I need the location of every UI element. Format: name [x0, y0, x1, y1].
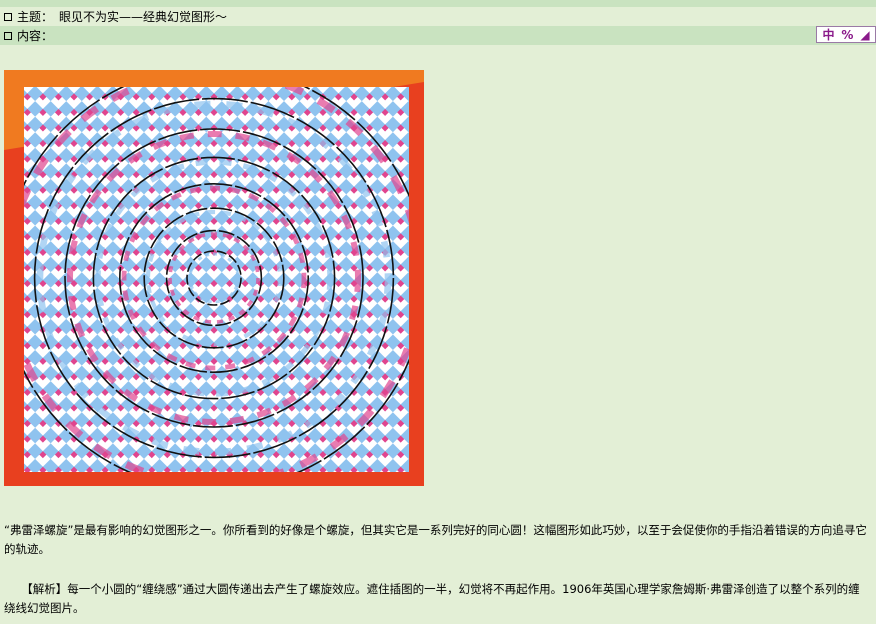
checkbox-icon [4, 12, 12, 21]
subject-label: 主题： [17, 10, 54, 24]
checkbox-icon [4, 31, 12, 40]
badge-moon-icon: ◢ [860, 27, 870, 42]
subject-row: 主题： 眼见不为实——经典幻觉图形～ [0, 7, 876, 26]
badge-char-icon: 中 [822, 28, 835, 42]
analysis-paragraph: 【解析】每一个小圆的“缠绕感”通过大圆传递出去产生了螺旋效应。遮住插图的一半，幻… [4, 582, 860, 615]
content-label: 内容： [17, 29, 54, 43]
top-strip [0, 0, 876, 7]
intro-paragraph: “弗雷泽螺旋”是最有影响的幻觉图形之一。你所看到的好像是个螺旋，但其实它是一系列… [4, 523, 867, 556]
fraser-spiral-image [4, 70, 424, 486]
toolbar-badge[interactable]: 中 % ◢ [816, 26, 876, 43]
content-row: 内容： 中 % ◢ [0, 26, 876, 45]
subject-title[interactable]: 眼见不为实——经典幻觉图形～ [59, 8, 227, 25]
badge-percent-icon: % [841, 27, 854, 42]
